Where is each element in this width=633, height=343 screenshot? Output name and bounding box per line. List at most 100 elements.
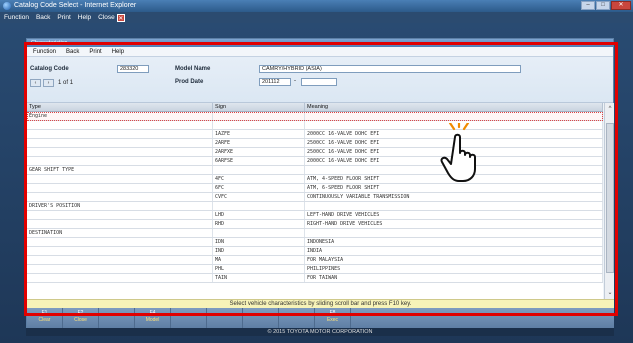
copyright-footer: © 2015 TOYOTA MOTOR CORPORATION	[26, 328, 614, 336]
cell-type	[27, 256, 213, 264]
app-menu-back[interactable]: Back	[66, 47, 79, 56]
window-close-button[interactable]: ✕	[611, 1, 631, 10]
column-header-type[interactable]: Type	[27, 103, 213, 111]
table-row[interactable]: 1AZFE 2000CC 16-VALVE DOHC EFI	[27, 130, 603, 139]
maximize-button[interactable]: □	[596, 1, 610, 10]
instruction-message: Select vehicle characteristics by slidin…	[27, 299, 614, 308]
model-name-field[interactable]: CAMRY/HYBRID (ASIA)	[259, 65, 521, 73]
cell-type	[27, 175, 213, 183]
fkey-f4-button[interactable]: F4 Model	[135, 308, 171, 329]
catalog-code-label: Catalog Code	[30, 66, 69, 72]
browser-menu-function[interactable]: Function	[4, 12, 29, 23]
prod-date-to-field[interactable]	[301, 78, 337, 86]
table-row[interactable]: RHD RIGHT-HAND DRIVE VEHICLES	[27, 220, 603, 229]
table-row[interactable]: 2ARFE 2500CC 16-VALVE DOHC EFI	[27, 139, 603, 148]
cell-type: DRIVER'S POSITION	[27, 202, 213, 210]
table-row[interactable]: IDN INDONESIA	[27, 238, 603, 247]
table-row[interactable]: LHD LEFT-HAND DRIVE VEHICLES	[27, 211, 603, 220]
table-row[interactable]: TAIN FOR TAIWAN	[27, 274, 603, 283]
cell-type	[27, 148, 213, 156]
page-of-label: of	[63, 80, 69, 86]
table-row[interactable]	[27, 121, 603, 130]
fkey-f2-button[interactable]: F2 Close	[63, 308, 99, 329]
prev-page-button[interactable]: ‹	[30, 79, 41, 87]
cell-meaning: LEFT-HAND DRIVE VEHICLES	[305, 211, 603, 219]
scroll-thumb[interactable]	[606, 123, 614, 273]
fkey-empty-slot	[207, 308, 243, 329]
cell-meaning	[305, 229, 603, 237]
app-menu-print[interactable]: Print	[89, 47, 101, 56]
browser-menu-print[interactable]: Print	[57, 12, 70, 23]
cell-sign: IND	[213, 247, 305, 255]
page-indicator: 1 of 1	[58, 80, 73, 86]
table-group-row[interactable]: DESTINATION	[27, 229, 603, 238]
cell-sign	[213, 166, 305, 174]
table-row[interactable]: 6FC ATM, 6-SPEED FLOOR SHIFT	[27, 184, 603, 193]
window-controls: – □ ✕	[581, 1, 631, 10]
prod-date-separator: -	[294, 78, 296, 84]
fkey-empty-slot	[171, 308, 207, 329]
table-header: Type Sign Meaning	[27, 103, 603, 112]
scroll-up-icon[interactable]: ^	[605, 105, 615, 113]
column-header-meaning[interactable]: Meaning	[305, 103, 603, 111]
prod-date-from-field[interactable]: 201112	[259, 78, 291, 86]
cell-sign: TAIN	[213, 274, 305, 282]
window-caption: Characteristics	[27, 39, 613, 47]
ie-logo-icon	[3, 2, 11, 10]
model-name-label: Model Name	[175, 66, 211, 72]
catalog-code-field[interactable]: 283320	[117, 65, 149, 73]
fkey-action: Model	[145, 317, 160, 323]
column-header-sign[interactable]: Sign	[213, 103, 305, 111]
table-row[interactable]: CVFC CONTINUOUSLY VARIABLE TRANSMISSION	[27, 193, 603, 202]
cell-type: DESTINATION	[27, 229, 213, 237]
table-row[interactable]: PHL PHILIPPINES	[27, 265, 603, 274]
table-group-row[interactable]: Engine	[27, 112, 603, 121]
cell-type	[27, 193, 213, 201]
fkey-action: Clear	[38, 317, 51, 323]
scroll-down-icon[interactable]: ⌄	[605, 289, 615, 297]
table-row[interactable]: MA FOR MALAYSIA	[27, 256, 603, 265]
cell-sign	[213, 112, 305, 120]
fkey-label: F8	[329, 310, 336, 316]
app-menu-function[interactable]: Function	[33, 47, 56, 56]
table-group-row[interactable]: GEAR SHIFT TYPE	[27, 166, 603, 175]
cell-sign: 1AZFE	[213, 130, 305, 138]
table-body: Engine 1AZFE 2000CC 16-VALVE DOHC EFI 2ARFE…	[27, 112, 603, 283]
cell-meaning: RIGHT-HAND DRIVE VEHICLES	[305, 220, 603, 228]
cell-meaning: CONTINUOUSLY VARIABLE TRANSMISSION	[305, 193, 603, 201]
hand-pointer-icon	[440, 123, 476, 182]
page-current: 1	[58, 80, 62, 86]
cell-meaning: INDONESIA	[305, 238, 603, 246]
browser-menu-back[interactable]: Back	[36, 12, 50, 23]
app-menu-bar: Function Back Print Help	[27, 47, 613, 57]
cell-meaning: PHILIPPINES	[305, 265, 603, 273]
table-row[interactable]: 4FC ATM, 4-SPEED FLOOR SHIFT	[27, 175, 603, 184]
cell-type	[27, 211, 213, 219]
cell-type	[27, 238, 213, 246]
cell-meaning: FOR TAIWAN	[305, 274, 603, 282]
table-group-row[interactable]: DRIVER'S POSITION	[27, 202, 603, 211]
cell-meaning	[305, 112, 603, 120]
table-row[interactable]: 6ARFSE 2000CC 16-VALVE DOHC EFI	[27, 157, 603, 166]
app-menu-help[interactable]: Help	[112, 47, 124, 56]
cell-type	[27, 157, 213, 165]
browser-menu-bar: Function Back Print Help Close ✕	[0, 12, 633, 23]
browser-menu-close[interactable]: Close ✕	[98, 12, 125, 23]
browser-menu-help[interactable]: Help	[78, 12, 91, 23]
cell-sign: MA	[213, 256, 305, 264]
minimize-button[interactable]: –	[581, 1, 595, 10]
fkey-f1-button[interactable]: F1 Clear	[27, 308, 63, 329]
fkey-f8-button[interactable]: F8 Exec	[315, 308, 351, 329]
fkey-action: Close	[74, 317, 87, 323]
table-row[interactable]: 2ARFXE 2500CC 16-VALVE DOHC EFI	[27, 148, 603, 157]
table-scrollbar[interactable]: ^ ⌄	[604, 103, 614, 299]
function-key-bar: F1 Clear F2 Close F4 Model F8 Exec	[27, 308, 614, 329]
cell-type	[27, 274, 213, 282]
cell-type	[27, 265, 213, 273]
cell-sign	[213, 121, 305, 129]
cell-sign: 2ARFXE	[213, 148, 305, 156]
cell-meaning: FOR MALAYSIA	[305, 256, 603, 264]
next-page-button[interactable]: ›	[43, 79, 54, 87]
table-row[interactable]: IND INDIA	[27, 247, 603, 256]
cell-sign: RHD	[213, 220, 305, 228]
